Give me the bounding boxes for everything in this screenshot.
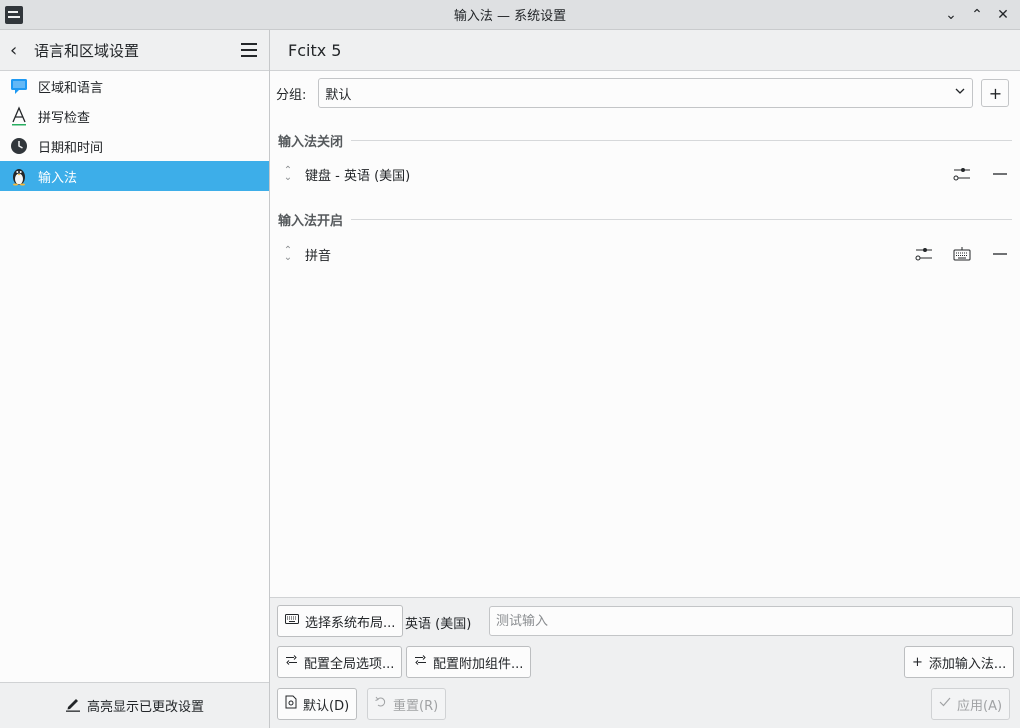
clock-icon	[9, 136, 29, 156]
configure-global-options-button[interactable]: 配置全局选项...	[277, 646, 403, 678]
sidebar-item-date-time[interactable]: 日期和时间	[0, 131, 269, 161]
sidebar-title: 语言和区域设置	[34, 41, 140, 60]
app-menu-icon[interactable]	[5, 6, 23, 24]
window-title: 输入法 — 系统设置	[453, 9, 567, 24]
test-input[interactable]	[489, 606, 1013, 636]
main-panel: Fcitx 5 分组: 默认 + 输入法关闭 ⌃⌄ 键盘 - 英语 (美国)	[270, 30, 1020, 728]
section-divider	[351, 140, 1012, 141]
configure-addons-button[interactable]: 配置附加组件...	[406, 646, 532, 678]
defaults-button[interactable]: 默认(D)	[277, 688, 358, 720]
maximize-icon[interactable]: ⌃	[966, 4, 988, 26]
speech-bubble-icon	[9, 76, 29, 96]
input-method-name: 键盘 - 英语 (美国)	[305, 168, 411, 184]
title-bar: 输入法 — 系统设置 ⌄ ⌃ ✕	[0, 0, 1020, 30]
sidebar: ‹ 语言和区域设置 区域和语言 拼写检查 日期和时间 输入法 高亮显示已更改设置	[0, 30, 270, 728]
highlight-changed-label: 高亮显示已更改设置	[86, 700, 204, 715]
page-title: Fcitx 5	[270, 30, 1020, 71]
configure-icon	[285, 654, 298, 670]
apply-button[interactable]: 应用(A)	[931, 688, 1011, 720]
sidebar-item-spell-check[interactable]: 拼写检查	[0, 101, 269, 131]
reset-label: 重置(R)	[393, 698, 439, 714]
sidebar-header: ‹ 语言和区域设置	[0, 30, 269, 71]
drag-handle-icon[interactable]: ⌃ ⌄	[282, 166, 294, 183]
section-divider	[351, 219, 1012, 220]
drag-handle-icon[interactable]: ⌃ ⌄	[282, 246, 294, 263]
add-group-button[interactable]: +	[981, 79, 1010, 107]
group-select[interactable]: 默认	[318, 78, 974, 108]
sidebar-item-label: 日期和时间	[38, 140, 104, 156]
input-method-list-area: 分组: 默认 + 输入法关闭 ⌃ ⌄ 键盘 - 英语 (美国) 输入法开启 ⌃ …	[270, 71, 1020, 598]
group-label: 分组:	[276, 87, 307, 103]
configure-addons-label: 配置附加组件...	[433, 656, 524, 672]
sidebar-item-label: 输入法	[38, 170, 78, 186]
current-layout-label: 英语 (美国)	[405, 617, 472, 632]
minimize-icon[interactable]: ⌄	[940, 4, 962, 26]
keyboard-layout-icon[interactable]	[952, 244, 972, 264]
pen-icon	[65, 696, 81, 716]
configure-icon[interactable]	[914, 244, 934, 264]
back-arrow-icon[interactable]: ‹	[10, 40, 26, 61]
highlight-changed-button[interactable]: 高亮显示已更改设置	[0, 682, 269, 728]
checkmark-icon	[939, 696, 951, 712]
plus-icon: +	[988, 83, 1003, 103]
select-system-layout-button[interactable]: 选择系统布局...	[277, 605, 404, 637]
add-input-method-label: 添加输入法...	[928, 656, 1007, 672]
reset-button[interactable]: 重置(R)	[367, 688, 447, 720]
document-icon	[285, 695, 297, 713]
chevron-down-icon	[954, 85, 966, 100]
row-actions	[952, 164, 1010, 184]
group-select-value: 默认	[325, 87, 352, 103]
undo-icon	[375, 696, 387, 712]
defaults-label: 默认(D)	[303, 698, 350, 714]
window-controls: ⌄ ⌃ ✕	[940, 4, 1014, 26]
sidebar-item-input-method[interactable]: 输入法	[0, 161, 269, 191]
close-icon[interactable]: ✕	[992, 4, 1014, 26]
add-input-method-button[interactable]: + 添加输入法...	[904, 646, 1015, 678]
sidebar-item-label: 拼写检查	[38, 110, 91, 126]
remove-icon[interactable]	[990, 164, 1010, 184]
keyboard-icon	[285, 613, 299, 629]
hamburger-menu-icon[interactable]	[241, 43, 257, 57]
list-item[interactable]: ⌃ ⌄ 键盘 - 英语 (美国)	[282, 159, 1010, 189]
sidebar-item-region-language[interactable]: 区域和语言	[0, 71, 269, 101]
apply-label: 应用(A)	[957, 698, 1003, 714]
configure-icon[interactable]	[952, 164, 972, 184]
section-header-on: 输入法开启	[278, 210, 1012, 229]
penguin-icon	[9, 166, 29, 186]
input-method-name: 拼音	[305, 248, 332, 264]
section-title: 输入法关闭	[278, 135, 344, 150]
group-row: 分组: 默认 +	[276, 78, 1010, 108]
section-header-off: 输入法关闭	[278, 131, 1012, 150]
section-title: 输入法开启	[278, 214, 344, 229]
configure-icon	[414, 654, 427, 670]
row-actions	[914, 244, 1010, 264]
remove-icon[interactable]	[990, 244, 1010, 264]
sidebar-item-label: 区域和语言	[38, 80, 104, 96]
select-system-layout-label: 选择系统布局...	[305, 615, 396, 631]
letter-a-icon	[9, 106, 29, 126]
configure-global-options-label: 配置全局选项...	[304, 656, 395, 672]
sidebar-list: 区域和语言 拼写检查 日期和时间 输入法	[0, 71, 269, 191]
plus-icon: +	[912, 654, 923, 670]
list-item[interactable]: ⌃ ⌄ 拼音	[282, 239, 1010, 269]
